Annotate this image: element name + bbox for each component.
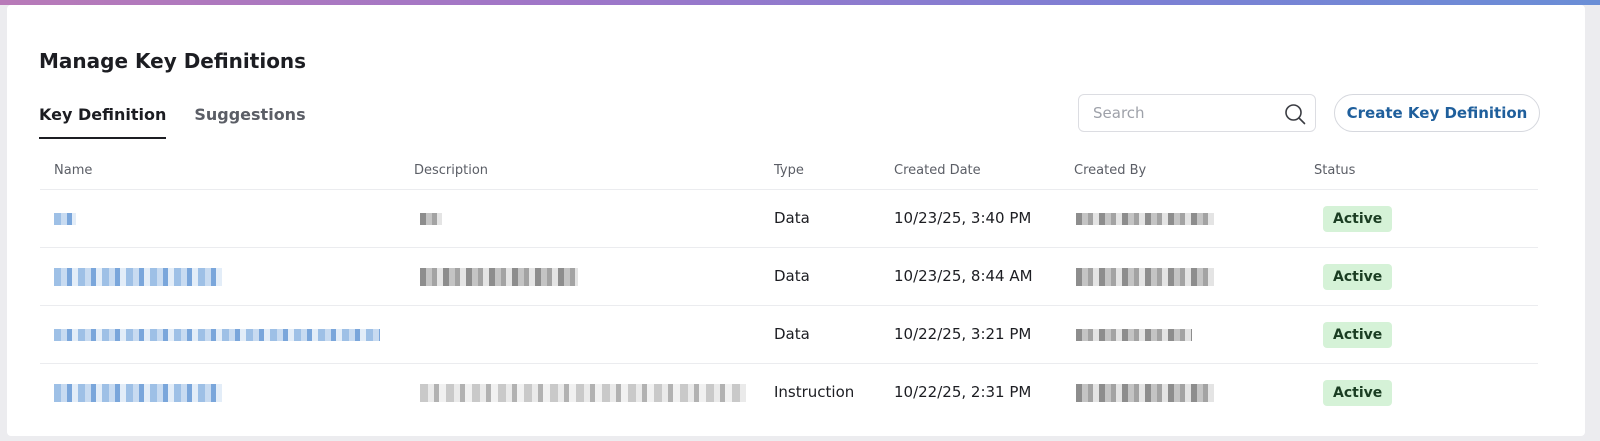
redacted-name-link[interactable] (54, 384, 222, 402)
redacted-created-by (1076, 384, 1214, 402)
redacted-created-by (1076, 329, 1192, 341)
row-type: Instruction (774, 383, 855, 401)
table-row[interactable]: Data 10/23/25, 3:40 PM Active (40, 190, 1538, 248)
table-row[interactable]: Data 10/22/25, 3:21 PM Active (40, 306, 1538, 364)
redacted-created-by (1076, 213, 1214, 225)
page-title: Manage Key Definitions (39, 49, 307, 73)
key-definitions-table: Name Description Type Created Date Creat… (40, 153, 1538, 422)
key-definitions-panel: Manage Key Definitions Key Definition Su… (7, 5, 1585, 436)
row-created-date: 10/23/25, 8:44 AM (894, 267, 1033, 285)
redacted-name-link[interactable] (54, 213, 76, 225)
column-header-created-date[interactable]: Created Date (894, 163, 981, 178)
redacted-name-link[interactable] (54, 329, 380, 341)
search-input[interactable] (1079, 95, 1279, 131)
table-header: Name Description Type Created Date Creat… (40, 153, 1538, 190)
column-header-created-by[interactable]: Created By (1074, 163, 1146, 178)
status-badge: Active (1323, 322, 1393, 348)
redacted-description (420, 268, 578, 286)
table-row[interactable]: Instruction 10/22/25, 2:31 PM Active (40, 364, 1538, 422)
create-key-definition-button[interactable]: Create Key Definition (1334, 94, 1540, 132)
status-badge: Active (1323, 264, 1393, 290)
row-type: Data (774, 209, 810, 227)
tab-bar: Key Definition Suggestions (39, 97, 334, 139)
row-created-date: 10/23/25, 3:40 PM (894, 209, 1032, 227)
column-header-name[interactable]: Name (54, 163, 92, 178)
column-header-type[interactable]: Type (774, 163, 804, 178)
search-icon[interactable] (1284, 103, 1306, 125)
search-box (1078, 94, 1316, 132)
tab-key-definition[interactable]: Key Definition (39, 97, 167, 139)
status-badge: Active (1323, 206, 1393, 232)
redacted-description (420, 384, 746, 402)
column-header-description[interactable]: Description (414, 163, 488, 178)
column-header-status[interactable]: Status (1314, 163, 1355, 178)
row-type: Data (774, 267, 810, 285)
redacted-created-by (1076, 268, 1214, 286)
redacted-description (420, 213, 442, 225)
redacted-name-link[interactable] (54, 268, 222, 286)
row-type: Data (774, 325, 810, 343)
tab-suggestions[interactable]: Suggestions (194, 97, 305, 139)
row-created-date: 10/22/25, 3:21 PM (894, 325, 1032, 343)
row-created-date: 10/22/25, 2:31 PM (894, 383, 1032, 401)
status-badge: Active (1323, 380, 1393, 406)
table-row[interactable]: Data 10/23/25, 8:44 AM Active (40, 248, 1538, 306)
